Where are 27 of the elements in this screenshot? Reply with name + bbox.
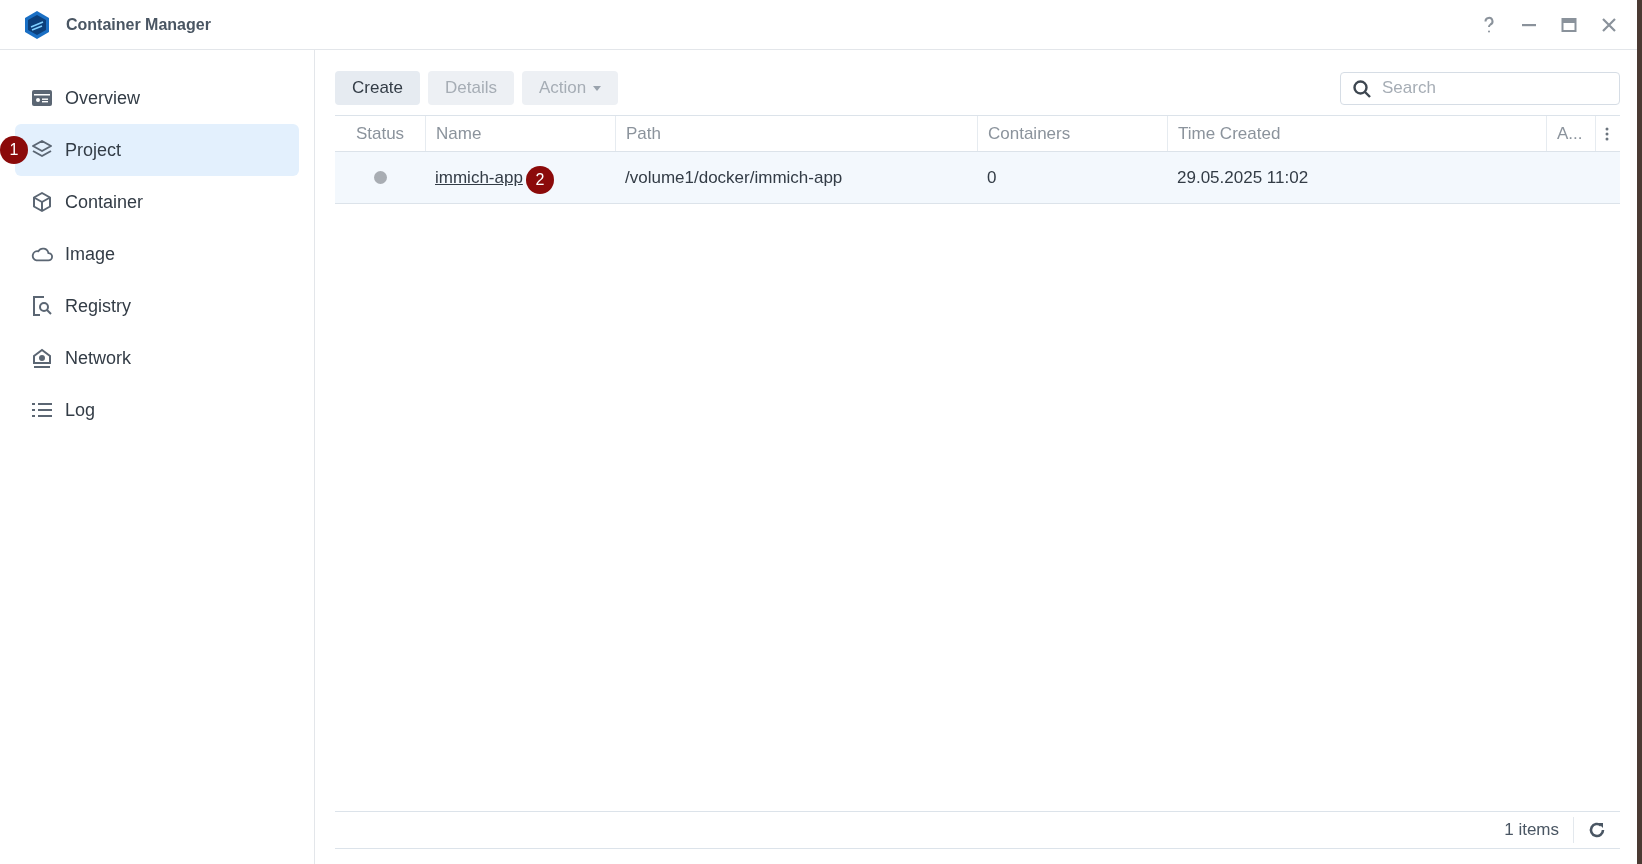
step-badge: 2 bbox=[525, 165, 554, 194]
caret-icon bbox=[593, 85, 602, 91]
search-field[interactable]: Search bbox=[1340, 71, 1620, 105]
cube-icon bbox=[31, 191, 53, 213]
window-title: Container Manager bbox=[66, 15, 212, 34]
sidebar-item[interactable]: Image bbox=[15, 228, 299, 280]
sidebar-item[interactable]: Overview bbox=[15, 72, 299, 124]
sidebar-item[interactable]: Registry bbox=[15, 280, 299, 332]
list-icon bbox=[31, 400, 53, 420]
table-cell: 29.05.2025 11:02 bbox=[1177, 167, 1309, 188]
house-icon bbox=[31, 347, 53, 369]
overview-icon bbox=[31, 88, 53, 108]
document-search-icon bbox=[31, 295, 53, 317]
table-cell: 0 bbox=[987, 167, 997, 188]
sidebar-item[interactable]: Network bbox=[15, 332, 299, 384]
cloud-icon bbox=[31, 245, 53, 263]
refresh-icon[interactable] bbox=[1588, 821, 1606, 839]
step-badge: 1 bbox=[0, 136, 28, 164]
toolbar-button[interactable]: Create bbox=[335, 71, 421, 105]
table-cell: /volume1/docker/immich-app bbox=[625, 167, 843, 188]
table-row[interactable]: immich-app 2 /volume1/docker/immich-app 0 29.05.2025 11:02 bbox=[335, 152, 1620, 204]
more-options-icon[interactable] bbox=[1605, 126, 1609, 141]
item-count: 1 items bbox=[1504, 817, 1574, 843]
project-link[interactable]: immich-app bbox=[435, 167, 523, 188]
app-logo-icon bbox=[22, 9, 52, 40]
sidebar-item[interactable]: Container bbox=[15, 176, 299, 228]
sidebar-item[interactable]: Log bbox=[15, 384, 299, 436]
